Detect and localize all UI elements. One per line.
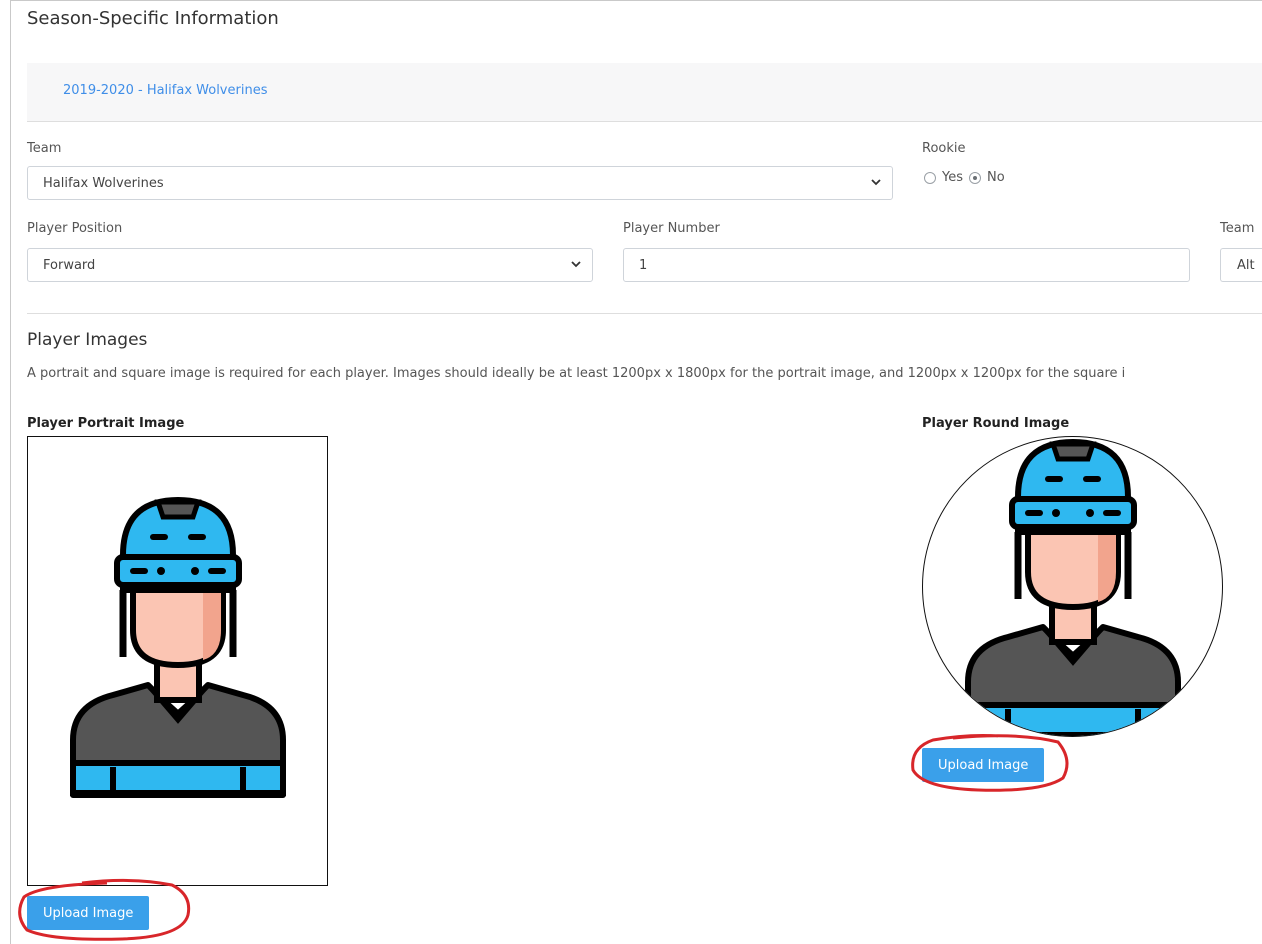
player-number-input[interactable]: 1 [623, 248, 1190, 282]
portrait-image-preview [27, 436, 328, 886]
rookie-no-radio[interactable] [969, 171, 981, 184]
team-select[interactable]: Halifax Wolverines [27, 166, 893, 200]
round-image-preview [922, 436, 1223, 737]
player-images-description: A portrait and square image is required … [27, 366, 1126, 381]
rookie-label: Rookie [922, 141, 966, 156]
round-image-label: Player Round Image [922, 416, 1070, 431]
chevron-down-icon [571, 261, 581, 268]
portrait-image-label: Player Portrait Image [27, 416, 185, 431]
upload-portrait-button[interactable]: Upload Image [27, 896, 150, 930]
divider [27, 313, 1262, 314]
player-images-heading: Player Images [27, 330, 148, 350]
rookie-yes-radio[interactable] [924, 171, 936, 184]
hockey-player-avatar-icon [923, 437, 1223, 737]
hockey-player-avatar-icon [28, 437, 328, 886]
season-bar: 2019-2020 - Halifax Wolverines [27, 63, 1262, 122]
team-role-value: Alt [1237, 258, 1255, 273]
position-select-value: Forward [43, 258, 96, 273]
chevron-down-icon [871, 179, 881, 186]
team-role-select[interactable]: Alt [1220, 248, 1262, 282]
position-label: Player Position [27, 221, 123, 236]
rookie-no-label: No [987, 170, 1005, 185]
season-link[interactable]: 2019-2020 - Halifax Wolverines [63, 83, 267, 98]
team-role-label: Team [1220, 221, 1255, 236]
position-select[interactable]: Forward [27, 248, 593, 282]
number-label: Player Number [623, 221, 720, 236]
rookie-yes-label: Yes [942, 170, 963, 185]
upload-round-button[interactable]: Upload Image [922, 748, 1045, 782]
player-number-value: 1 [639, 258, 648, 273]
team-select-value: Halifax Wolverines [43, 176, 164, 191]
section-title: Season-Specific Information [27, 8, 279, 29]
rookie-radio-group: Yes No [924, 170, 1005, 185]
team-label: Team [27, 141, 62, 156]
